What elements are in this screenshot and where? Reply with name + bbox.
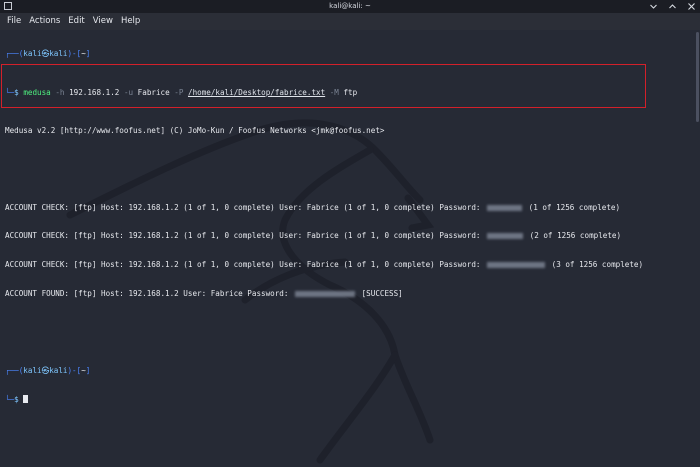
title-bar[interactable]: kali@kali: ~ xyxy=(0,0,700,13)
prompt-bracket: ┌──( xyxy=(5,49,24,59)
output-progress: (3 of 1256 complete) xyxy=(551,260,644,270)
redacted-password xyxy=(487,233,524,240)
scrollbar-thumb[interactable] xyxy=(696,32,699,122)
menu-file[interactable]: File xyxy=(0,13,25,30)
prompt-bracket: ┌──( xyxy=(5,365,24,375)
prompt-bracket: └─ xyxy=(5,394,15,404)
prompt-line-1: ┌──(kali㉿kali)-[~] xyxy=(5,49,643,59)
menu-edit[interactable]: Edit xyxy=(64,13,88,30)
minimize-icon[interactable] xyxy=(649,2,658,11)
input-line[interactable]: └─$ xyxy=(5,394,643,405)
highlight-box xyxy=(1,64,646,108)
prompt-bracket: )-[ xyxy=(67,365,82,375)
text-cursor xyxy=(23,394,29,403)
output-progress: (1 of 1256 complete) xyxy=(528,202,621,212)
output-status: [SUCCESS] xyxy=(361,289,403,299)
terminal-window: kali@kali: ~ File Actions Edit View Help xyxy=(0,0,700,467)
redacted-password xyxy=(487,262,546,269)
menu-view[interactable]: View xyxy=(89,13,117,30)
output-text: ACCOUNT FOUND: [ftp] Host: 192.168.1.2 U… xyxy=(5,289,289,299)
scrollbar[interactable] xyxy=(695,32,699,465)
prompt-host: kali xyxy=(49,49,68,59)
banner-line: Medusa v2.2 [http://www.foofus.net] (C) … xyxy=(5,125,385,135)
prompt-bracket: ] xyxy=(85,365,91,375)
menu-actions[interactable]: Actions xyxy=(25,13,64,30)
output-progress: (2 of 1256 complete) xyxy=(529,231,622,241)
redacted-password xyxy=(295,291,356,298)
prompt-user: kali xyxy=(23,49,42,59)
prompt-bracket: )-[ xyxy=(67,49,82,59)
close-icon[interactable] xyxy=(687,2,696,11)
terminal-area[interactable]: ┌──(kali㉿kali)-[~] └─$ medusa -h 192.168… xyxy=(0,30,700,467)
prompt-bracket: ] xyxy=(85,49,91,59)
prompt-host: kali xyxy=(49,365,68,375)
output-line: ACCOUNT CHECK: [ftp] Host: 192.168.1.2 (… xyxy=(5,203,643,213)
redacted-password xyxy=(487,204,523,211)
output-text: ACCOUNT CHECK: [ftp] Host: 192.168.1.2 (… xyxy=(5,231,481,241)
output-line: ACCOUNT CHECK: [ftp] Host: 192.168.1.2 (… xyxy=(5,231,643,241)
prompt-dollar: $ xyxy=(14,394,19,404)
menu-help[interactable]: Help xyxy=(117,13,144,30)
window-title: kali@kali: ~ xyxy=(329,2,371,10)
output-text: ACCOUNT CHECK: [ftp] Host: 192.168.1.2 (… xyxy=(5,260,481,270)
output-line: ACCOUNT FOUND: [ftp] Host: 192.168.1.2 U… xyxy=(5,289,643,299)
maximize-icon[interactable] xyxy=(668,2,677,11)
output-line: ACCOUNT CHECK: [ftp] Host: 192.168.1.2 (… xyxy=(5,260,643,270)
output-text: ACCOUNT CHECK: [ftp] Host: 192.168.1.2 (… xyxy=(5,202,481,212)
window-controls xyxy=(649,0,696,13)
prompt-line-2: ┌──(kali㉿kali)-[~] xyxy=(5,366,643,376)
prompt-user: kali xyxy=(23,365,42,375)
menu-bar: File Actions Edit View Help xyxy=(0,13,700,30)
